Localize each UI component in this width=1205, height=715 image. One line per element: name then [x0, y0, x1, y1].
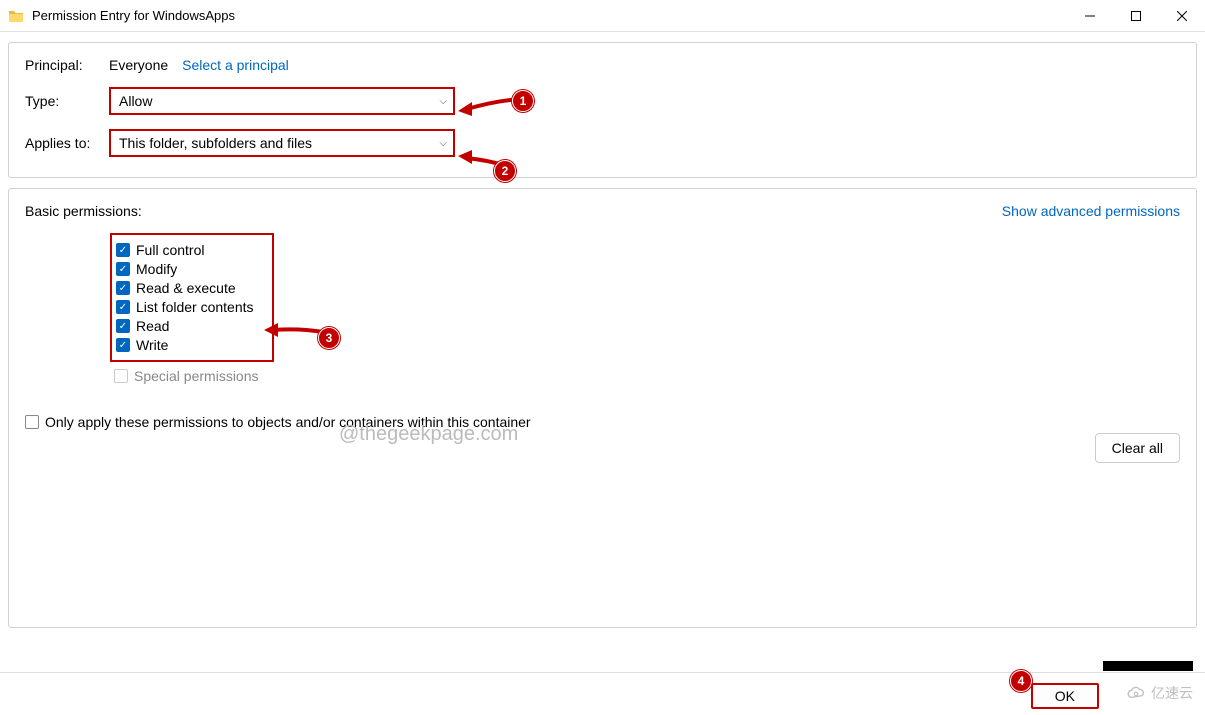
maximize-button[interactable]: [1113, 0, 1159, 31]
folder-icon: [8, 8, 24, 24]
type-label: Type:: [25, 93, 109, 109]
applies-to-value: This folder, subfolders and files: [119, 135, 312, 151]
special-permissions-checkbox: [114, 369, 128, 383]
special-permissions-row: Special permissions: [114, 368, 1180, 384]
callout-4: 4: [1010, 670, 1032, 692]
modify-checkbox[interactable]: ✓: [116, 262, 130, 276]
yisu-text: 亿速云: [1151, 683, 1193, 703]
close-button[interactable]: [1159, 0, 1205, 31]
list-folder-checkbox[interactable]: ✓: [116, 300, 130, 314]
show-advanced-permissions-link[interactable]: Show advanced permissions: [1002, 203, 1180, 219]
type-value: Allow: [119, 93, 152, 109]
principal-label: Principal:: [25, 57, 109, 73]
callout-2: 2: [494, 160, 516, 182]
chevron-down-icon: ⌵: [439, 138, 447, 149]
full-control-label: Full control: [136, 242, 204, 258]
minimize-button[interactable]: [1067, 0, 1113, 31]
applies-to-label: Applies to:: [25, 135, 109, 151]
watermark-text: @thegeekpage.com: [339, 423, 518, 446]
read-checkbox[interactable]: ✓: [116, 319, 130, 333]
read-label: Read: [136, 318, 169, 334]
ok-button[interactable]: OK: [1031, 683, 1099, 709]
clear-all-button[interactable]: Clear all: [1095, 433, 1180, 463]
permission-checkbox-group: ✓ Full control ✓ Modify ✓ Read & execute ✓ L…: [110, 233, 274, 362]
applies-to-combobox[interactable]: This folder, subfolders and files ⌵: [109, 129, 455, 157]
titlebar: Permission Entry for WindowsApps: [0, 0, 1205, 32]
basic-permissions-label: Basic permissions:: [25, 203, 142, 219]
principal-section: Principal: Everyone Select a principal T…: [8, 42, 1197, 178]
modify-label: Modify: [136, 261, 177, 277]
scrollbar-stub: [1103, 661, 1193, 671]
read-execute-label: Read & execute: [136, 280, 236, 296]
permissions-section: Basic permissions: Show advanced permiss…: [8, 188, 1197, 628]
principal-value: Everyone: [109, 57, 168, 73]
write-label: Write: [136, 337, 168, 353]
cloud-icon: [1125, 686, 1147, 700]
type-combobox[interactable]: Allow ⌵: [109, 87, 455, 115]
only-apply-checkbox[interactable]: [25, 415, 39, 429]
window-controls: [1067, 0, 1205, 31]
full-control-checkbox[interactable]: ✓: [116, 243, 130, 257]
callout-1: 1: [512, 90, 534, 112]
chevron-down-icon: ⌵: [439, 96, 447, 107]
callout-3: 3: [318, 327, 340, 349]
special-permissions-label: Special permissions: [134, 368, 259, 384]
select-principal-link[interactable]: Select a principal: [182, 57, 289, 73]
window-title: Permission Entry for WindowsApps: [32, 8, 1067, 23]
yisu-watermark: 亿速云: [1125, 683, 1193, 703]
write-checkbox[interactable]: ✓: [116, 338, 130, 352]
read-execute-checkbox[interactable]: ✓: [116, 281, 130, 295]
list-folder-label: List folder contents: [136, 299, 254, 315]
